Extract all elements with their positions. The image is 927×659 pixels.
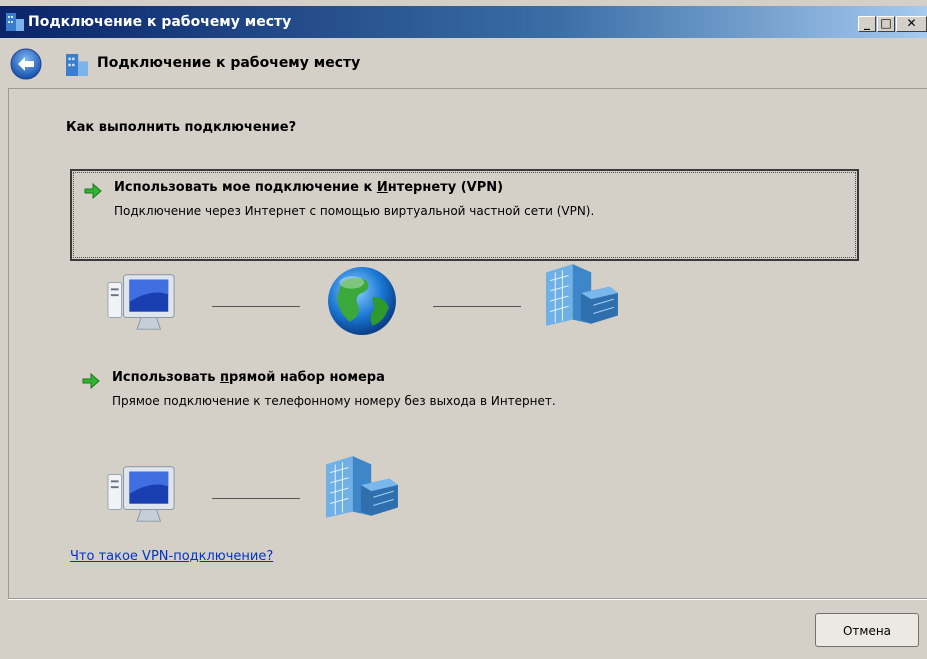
connect-workplace-window: Подключение к рабочему месту _ □ ✕ Подкл… (0, 0, 927, 659)
window-title: Подключение к рабочему месту (28, 14, 292, 30)
title-bar[interactable]: Подключение к рабочему месту _ □ ✕ (0, 6, 927, 38)
cancel-button[interactable]: Отмена (815, 613, 919, 647)
connection-line (212, 498, 300, 499)
wizard-title: Подключение к рабочему месту (97, 55, 361, 71)
close-icon[interactable]: ✕ (896, 16, 927, 32)
back-arrow-icon[interactable] (10, 48, 42, 80)
office-building-icon (326, 456, 399, 518)
connection-question: Как выполнить подключение? (66, 120, 297, 135)
maximize-icon[interactable]: □ (877, 16, 895, 32)
vpn-help-link[interactable]: Что такое VPN-подключение? (70, 549, 273, 564)
connection-line (212, 306, 300, 307)
network-icon (66, 54, 88, 76)
globe-icon (328, 267, 396, 335)
green-arrow-icon (82, 373, 100, 389)
navigation-bar: Подключение к рабочему месту (0, 38, 927, 88)
option-direct-dial[interactable]: Использовать прямой набор номера Прямое … (70, 364, 859, 424)
connection-line (433, 306, 521, 307)
network-icon (6, 13, 24, 31)
footer-divider-highlight (8, 599, 927, 600)
option-vpn-title: Использовать мое подключение к Интернету… (114, 180, 504, 195)
minimize-icon[interactable]: _ (858, 16, 876, 32)
option-vpn-description: Подключение через Интернет с помощью вир… (114, 204, 595, 218)
green-arrow-icon (84, 183, 102, 199)
computer-icon (107, 466, 175, 522)
office-building-icon (546, 264, 619, 326)
option-direct-dial-title: Использовать прямой набор номера (112, 370, 385, 385)
computer-icon (107, 274, 175, 330)
option-direct-dial-description: Прямое подключение к телефонному номеру … (112, 394, 556, 408)
option-vpn[interactable]: Использовать мое подключение к Интернету… (70, 169, 859, 261)
